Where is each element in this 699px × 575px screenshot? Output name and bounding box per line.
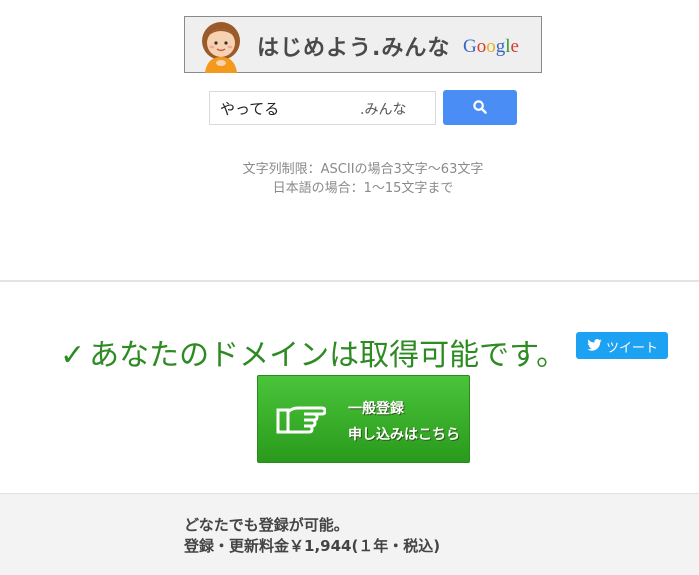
section-divider xyxy=(0,280,699,282)
girl-mascot-icon xyxy=(202,22,240,73)
search-icon xyxy=(473,100,487,114)
page: はじめよう.みんな Google .みんな 文字列制限：ASCIIの場合3文字〜… xyxy=(0,0,699,575)
register-button[interactable]: 一般登録 申し込みはこちら xyxy=(257,375,470,463)
google-logo: Google xyxy=(463,36,519,57)
open-registration-text: どなたでも登録が可能。 xyxy=(184,516,349,534)
character-limits: 文字列制限：ASCIIの場合3文字〜63文字 日本語の場合：1〜15文字まで xyxy=(0,160,699,198)
ascii-limit-text: 文字列制限：ASCIIの場合3文字〜63文字 xyxy=(242,162,484,177)
pricing-footer: どなたでも登録が可能。 登録・更新料金￥1,944(１年・税込) xyxy=(0,493,699,575)
check-icon: ✓ xyxy=(60,338,86,373)
availability-text: あなたのドメインは取得可能です。 xyxy=(89,338,567,373)
brand-title: はじめよう.みんな xyxy=(257,36,451,61)
tweet-label: ツイート xyxy=(606,340,659,355)
site-banner[interactable]: はじめよう.みんな Google xyxy=(184,16,542,73)
search-button[interactable] xyxy=(443,90,517,125)
pricing-text: 登録・更新料金￥1,944(１年・税込) xyxy=(184,537,441,555)
twitter-bird-icon xyxy=(587,339,602,351)
japanese-limit-text: 日本語の場合：1〜15文字まで xyxy=(272,181,454,196)
tweet-button[interactable]: ツイート xyxy=(576,332,668,359)
domain-suffix: .みんな xyxy=(360,102,407,118)
pointing-hand-icon xyxy=(276,406,326,434)
register-label-general: 一般登録 xyxy=(348,401,404,417)
domain-search-field: .みんな xyxy=(209,91,436,125)
register-label-apply: 申し込みはこちら xyxy=(348,427,460,443)
availability-message: ✓ あなたのドメインは取得可能です。 xyxy=(60,330,566,374)
domain-search-input[interactable] xyxy=(220,98,360,118)
